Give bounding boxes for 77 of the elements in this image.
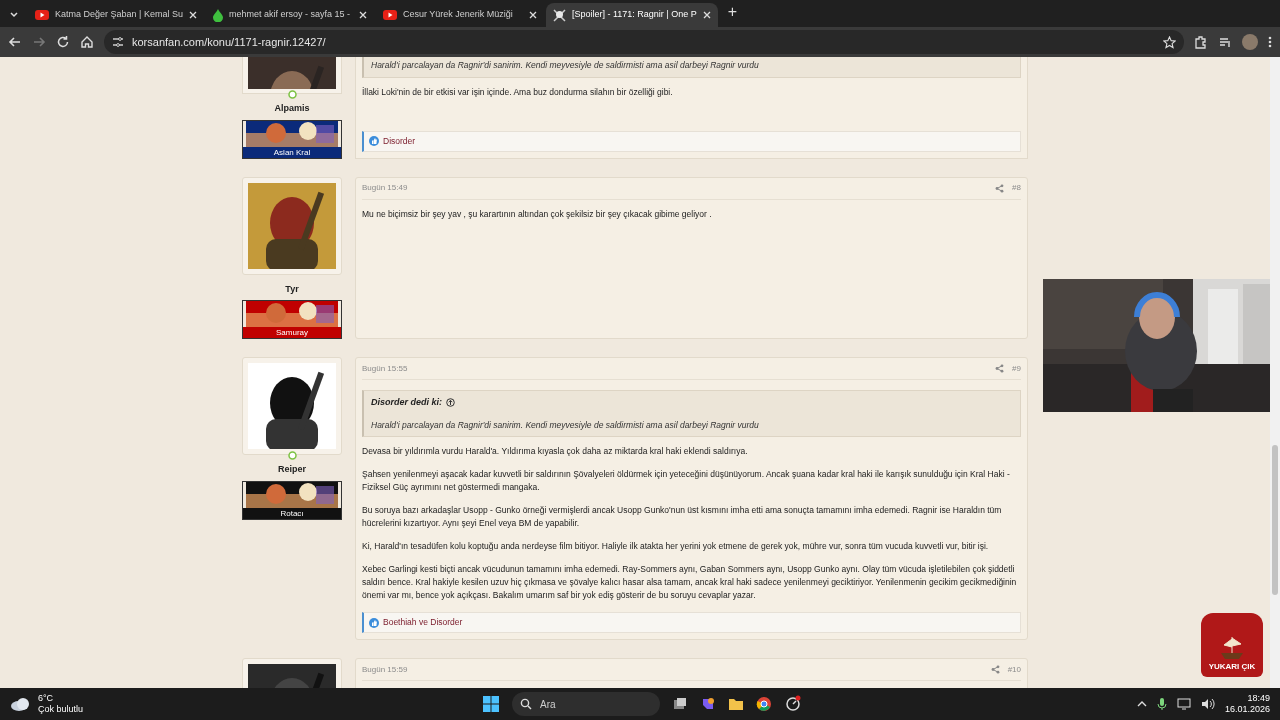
- reaction-names-link[interactable]: Disorder: [383, 134, 416, 148]
- rank-banner: Samuray: [242, 300, 342, 339]
- clock-time[interactable]: 18:49: [1247, 693, 1270, 704]
- browser-tab[interactable]: mehmet akif ersoy - sayfa 15 -: [205, 3, 374, 27]
- tab-title: [Spoiler] - 1171: Ragnir | One P: [571, 8, 697, 22]
- weather-text: Çok bulutlu: [38, 704, 84, 715]
- username-link[interactable]: Tyr: [285, 282, 299, 296]
- like-icon: [369, 617, 379, 628]
- close-icon[interactable]: [702, 11, 711, 19]
- temperature-text: 6°C: [38, 693, 55, 704]
- menu-icon[interactable]: [1268, 35, 1272, 49]
- quote-text: Harald'i parcalayan da Ragnir'di sanirim. Kendi meyvesiyle de saldirmisti ama asil darbeyi Ragnir vurdu: [371, 59, 760, 72]
- avatar-frame[interactable]: [242, 357, 342, 455]
- extensions-icon[interactable]: [1194, 35, 1208, 49]
- search-placeholder: Ara: [540, 697, 556, 712]
- username-link[interactable]: Alpamis: [274, 102, 310, 116]
- address-bar[interactable]: korsanfan.com/konu/1171-ragnir.12427/: [104, 30, 1184, 54]
- media-icon[interactable]: [1218, 35, 1232, 49]
- home-icon[interactable]: [80, 35, 94, 49]
- share-icon[interactable]: [995, 364, 1005, 373]
- username-link[interactable]: Reiper: [278, 463, 306, 477]
- quote-text: Harald'i parcalayan da Ragnir'di sanirim. Kendi meyvesiyle de saldirmisti ama asil darbeyi Ragnir vurdu: [371, 418, 760, 432]
- post-text: Mu ne biçimsiz bir şey yav , şu karartının altından çok şekilsiz bir şey çıkacak gibime geliyor .: [362, 207, 713, 221]
- rank-banner: Aslan Kral: [242, 119, 342, 159]
- like-icon: [369, 136, 379, 146]
- profile-avatar[interactable]: [1242, 34, 1258, 50]
- start-icon[interactable]: [482, 695, 500, 713]
- volume-icon[interactable]: [1200, 698, 1215, 710]
- post-text: Devasa bir yıldırımla vurdu Harald'a. Yıldırıma kıyasla çok daha az miktarda kral haki eklendi saldırıya.: [362, 445, 749, 459]
- avatar-frame[interactable]: [242, 176, 342, 275]
- share-icon[interactable]: [990, 665, 1000, 675]
- site-settings-icon[interactable]: [112, 36, 124, 48]
- scrollbar[interactable]: [1270, 57, 1280, 688]
- search-icon: [520, 698, 532, 710]
- network-icon[interactable]: [1176, 698, 1191, 710]
- reload-icon[interactable]: [56, 35, 70, 49]
- post-text: Xebec Garlingi kesti biçti ancak vücudunun tamamını imha edemedi. Ray-Sommers aynı, Gaban Sommers aynı, Usopp Gunko aynı. Olay tüm vücuda işletilebilen çok şiddetli saldırı bence. Kral hakiyle kesilen uzuv hiç çıkmasa ve şövalye kalıcı hasar alsa tamam, ancak kral haki sadece yenilenmeyi geciktiriyor. Yenilenmenin gecikim gecikmediğinin önemi var mı, bence yok açıkçası. Bakalım umarım saf bir yok ediş gösterir de bu soruyu cevaplar yazar.: [362, 563, 1018, 603]
- chrome-icon[interactable]: [756, 696, 772, 712]
- taskbar-search-field[interactable]: Ara: [512, 692, 660, 716]
- back-icon[interactable]: [8, 35, 22, 49]
- tab-title: Cesur Yürek Jenerik Müziği: [402, 8, 514, 22]
- folder-icon[interactable]: [728, 696, 744, 712]
- browser-tab[interactable]: Cesur Yürek Jenerik Müziği: [375, 3, 544, 27]
- avatar-frame[interactable]: [242, 57, 342, 94]
- cloud-icon[interactable]: [10, 696, 32, 712]
- browser-tab[interactable]: Katma Değer Şaban | Kemal Su: [28, 3, 204, 27]
- video-play-icon: [35, 10, 49, 20]
- skull-icon: [552, 8, 566, 22]
- post-text: Bu soruya bazı arkadaşlar Usopp - Gunko örneği vermişlerdi ancak Usopp Gunko'nun üst kısmını imha etti ama sonuçta tamamını imha edemedi. Ragnir ise Haraldın tüm hücrelerini kızartıyor. Aynı şeyi Enel veya BM de yapabilir.: [362, 504, 1003, 531]
- chevron-up-icon[interactable]: [1136, 699, 1147, 709]
- post-text: Ki, Harald'ın tesadüfen kolu koptuğu anda nerdeyse film bitiyor. Haliyle ilk atakta her yerini yok etmene de gerek yok, mühre vur, sonra tüm vucuda kuvvetli vur, bitir işi.: [362, 540, 990, 554]
- close-icon[interactable]: [528, 11, 537, 19]
- close-icon[interactable]: [188, 11, 197, 19]
- drop-icon: [212, 8, 223, 22]
- tab-title: mehmet akif ersoy - sayfa 15 -: [228, 8, 351, 22]
- avatar-frame[interactable]: [242, 658, 342, 688]
- bookmark-star-icon[interactable]: [1163, 35, 1176, 49]
- video-play-icon: [382, 10, 397, 20]
- app-icon[interactable]: [700, 696, 716, 712]
- back-to-top-button[interactable]: YUKARI ÇIK: [1201, 613, 1263, 677]
- new-tab-button[interactable]: +: [727, 0, 737, 24]
- close-icon[interactable]: [358, 11, 367, 19]
- clock-date[interactable]: 16.01.2026: [1224, 704, 1270, 715]
- app-icon[interactable]: [784, 695, 802, 713]
- quote-author[interactable]: Disorder dedi ki:: [371, 396, 442, 410]
- post-text: İllaki Loki'nin de bir etkisi var işin içinde. Ama buz dondurma silahın bir özelliği gibi.: [362, 85, 674, 99]
- post-text: Şahsen yenilenmeyi aşacak kadar kuvvetli bir saldırının Şövalyeleri öldürmek için yeteceğini düşünüyorum. Ancak şuana kadar kral haki ile karışık sunulduğu için Kral Haki - Fiziksel Güç ayrımını net göstermedi mangaka.: [362, 468, 1011, 495]
- forward-icon[interactable]: [32, 35, 46, 49]
- arrow-up-icon[interactable]: [446, 398, 455, 408]
- rank-banner: Rotacı: [242, 480, 342, 520]
- tab-title: Katma Değer Şaban | Kemal Su: [55, 8, 183, 22]
- task-view-icon[interactable]: [672, 696, 688, 712]
- reaction-names-link[interactable]: Boethiah ve Disorder: [383, 616, 463, 630]
- share-icon[interactable]: [995, 183, 1005, 193]
- microphone-icon[interactable]: [1156, 697, 1167, 711]
- browser-tab[interactable]: [Spoiler] - 1171: Ragnir | One P: [545, 3, 718, 27]
- url-text: korsanfan.com/konu/1171-ragnir.12427/: [132, 34, 326, 50]
